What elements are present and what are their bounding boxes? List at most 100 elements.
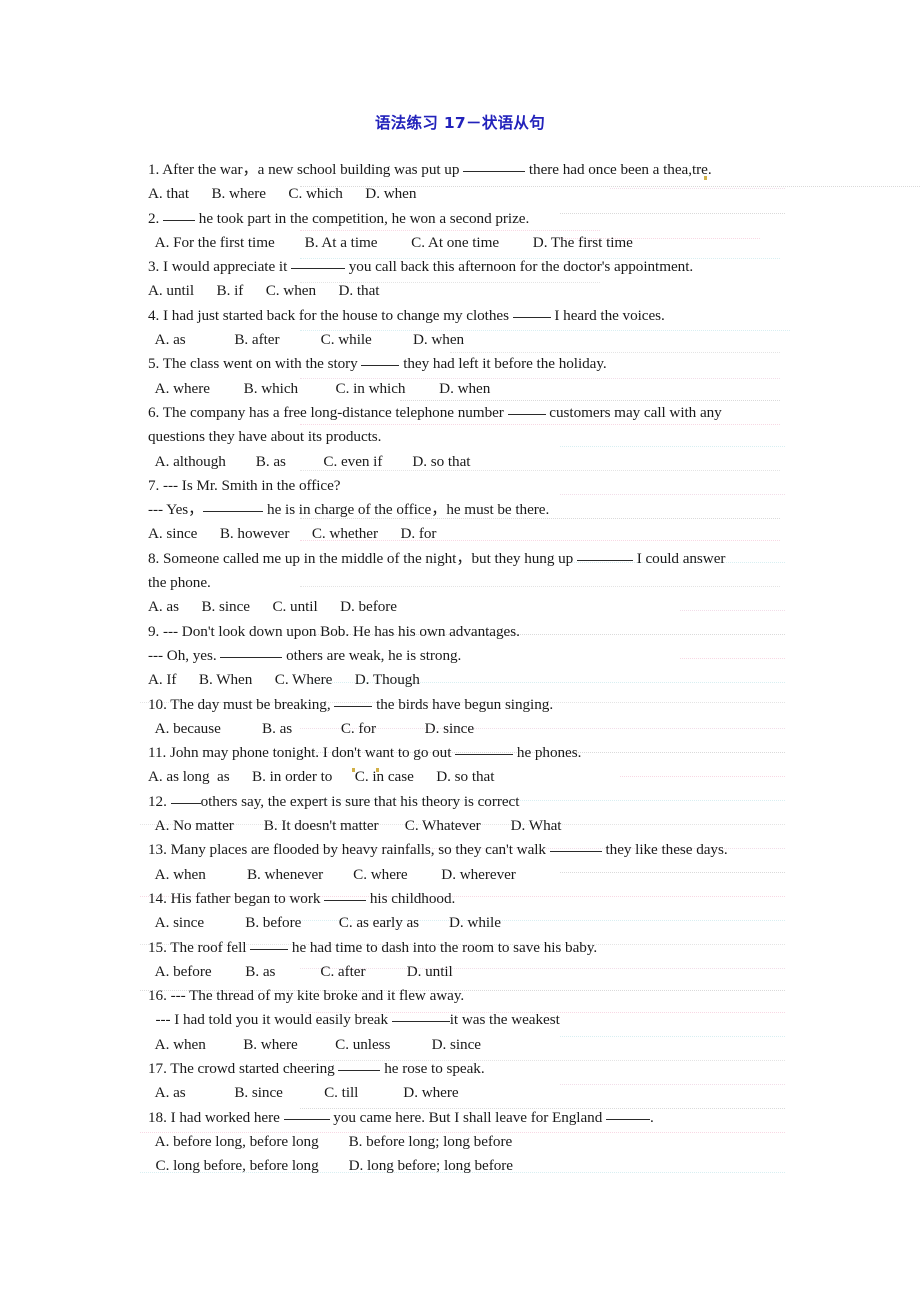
question-stem-text: 18. I had worked here bbox=[148, 1108, 284, 1126]
question-stem-continuation: questions they have about its products. bbox=[148, 425, 848, 449]
answer-blank[interactable] bbox=[220, 645, 283, 658]
question-stem-text-tail: I could answer bbox=[632, 549, 726, 567]
question-stem: 18. I had worked here you came here. But… bbox=[148, 1106, 848, 1130]
question-stem: 10. The day must be breaking, the birds … bbox=[148, 693, 848, 717]
option-row[interactable]: A. because B. as C. for D. since bbox=[148, 717, 848, 741]
option-row[interactable]: A. although B. as C. even if D. so that bbox=[148, 450, 848, 474]
question-stem-text-tail: his childhood. bbox=[366, 889, 456, 907]
answer-blank-second[interactable] bbox=[606, 1107, 651, 1120]
answer-blank[interactable] bbox=[290, 256, 345, 270]
answer-blank[interactable] bbox=[512, 305, 551, 318]
question-stem: 16. --- The thread of my kite broke and … bbox=[148, 984, 848, 1008]
question-stem-continuation-text: the phone. bbox=[148, 574, 211, 592]
dialogue-reply-line: --- I had told you it would easily break… bbox=[148, 1008, 848, 1032]
option-row[interactable]: A. as long as B. in order to C. in case … bbox=[148, 765, 848, 789]
option-row[interactable]: A. since B. however C. whether D. for bbox=[148, 522, 848, 546]
option-row-text: A. until B. if C. when D. that bbox=[148, 282, 380, 300]
option-row-text: A. as B. since C. till D. where bbox=[148, 1084, 459, 1102]
question-stem-text-tail: others say, the expert is sure that his … bbox=[200, 792, 520, 810]
answer-blank[interactable] bbox=[324, 888, 367, 901]
option-row[interactable]: A. For the first time B. At a time C. At… bbox=[148, 231, 848, 255]
option-row[interactable]: A. as B. since C. until D. before bbox=[148, 595, 848, 619]
scan-artifact-speck bbox=[376, 768, 379, 772]
option-row-text: A. that B. where C. which D. when bbox=[148, 185, 417, 203]
question-stem-text: 14. His father began to work bbox=[148, 889, 325, 907]
question-stem: 12. others say, the expert is sure that … bbox=[148, 790, 848, 814]
option-row[interactable]: A. If B. When C. Where D. Though bbox=[148, 668, 848, 692]
answer-blank[interactable] bbox=[549, 839, 602, 853]
question-stem-text: 5. The class went on with the story bbox=[148, 355, 362, 373]
scan-artifact-speck bbox=[704, 176, 707, 180]
question-stem-text: 2. bbox=[148, 209, 164, 227]
question-stem-text-tail: he phones. bbox=[513, 744, 582, 762]
question-stem: 6. The company has a free long-distance … bbox=[148, 401, 848, 425]
option-row-text: A. as long as B. in order to C. in case … bbox=[148, 768, 495, 786]
question-stem: 15. The roof fell he had time to dash in… bbox=[148, 936, 848, 960]
question-stem-text-tail: customers may call with any bbox=[545, 403, 722, 421]
dialogue-reply-text: --- Yes， bbox=[148, 501, 204, 519]
answer-blank[interactable] bbox=[455, 742, 514, 756]
answer-blank[interactable] bbox=[203, 499, 264, 513]
answer-blank[interactable] bbox=[163, 208, 196, 221]
question-stem-text: 12. bbox=[148, 792, 171, 810]
option-row-text: A. where B. which C. in which D. when bbox=[148, 379, 491, 397]
question-stem: 4. I had just started back for the house… bbox=[148, 304, 848, 328]
question-stem-text: 13. Many places are flooded by heavy rai… bbox=[148, 841, 550, 859]
dialogue-reply-line: --- Oh, yes. others are weak, he is stro… bbox=[148, 644, 848, 668]
option-row[interactable]: A. that B. where C. which D. when bbox=[148, 182, 848, 206]
option-row[interactable]: A. since B. before C. as early as D. whi… bbox=[148, 911, 848, 935]
answer-blank[interactable] bbox=[391, 1009, 450, 1023]
option-row[interactable]: A. as B. after C. while D. when bbox=[148, 328, 848, 352]
option-row[interactable]: A. as B. since C. till D. where bbox=[148, 1081, 848, 1105]
answer-blank[interactable] bbox=[170, 791, 201, 804]
option-row[interactable]: A. before long, before long B. before lo… bbox=[148, 1130, 848, 1154]
option-row-text: A. since B. however C. whether D. for bbox=[148, 525, 437, 543]
answer-blank[interactable] bbox=[463, 159, 526, 172]
question-stem-text: 11. John may phone tonight. I don't want… bbox=[148, 744, 456, 762]
answer-blank[interactable] bbox=[283, 1107, 330, 1120]
option-row-text: A. although B. as C. even if D. so that bbox=[148, 452, 471, 470]
answer-blank[interactable] bbox=[361, 353, 400, 367]
question-stem-text: 9. --- Don't look down upon Bob. He has … bbox=[148, 622, 520, 640]
question-stem: 11. John may phone tonight. I don't want… bbox=[148, 741, 848, 765]
option-row[interactable]: A. until B. if C. when D. that bbox=[148, 279, 848, 303]
question-stem: 3. I would appreciate it you call back t… bbox=[148, 255, 848, 279]
answer-blank[interactable] bbox=[334, 694, 373, 707]
option-row-text: A. If B. When C. Where D. Though bbox=[148, 671, 420, 689]
answer-blank[interactable] bbox=[250, 937, 289, 950]
answer-blank[interactable] bbox=[507, 402, 546, 415]
question-stem-text: 10. The day must be breaking, bbox=[148, 695, 335, 713]
option-row[interactable]: A. where B. which C. in which D. when bbox=[148, 377, 848, 401]
question-stem-continuation-text: questions they have about its products. bbox=[148, 428, 382, 446]
answer-blank[interactable] bbox=[576, 548, 633, 561]
question-stem-text-tail: he took part in the competition, he won … bbox=[195, 209, 530, 227]
question-stem-text: 16. --- The thread of my kite broke and … bbox=[148, 987, 465, 1005]
question-stem: 17. The crowd started cheering he rose t… bbox=[148, 1057, 848, 1081]
option-row[interactable]: A. when B. whenever C. where D. wherever bbox=[148, 863, 848, 887]
question-stem-text-tail: there had once been a thea,tre. bbox=[525, 161, 712, 178]
option-row[interactable]: A. No matter B. It doesn't matter C. Wha… bbox=[148, 814, 848, 838]
question-stem: 14. His father began to work his childho… bbox=[148, 887, 848, 911]
option-row-text: A. before B. as C. after D. until bbox=[148, 962, 453, 980]
question-stem-text-tail: they like these days. bbox=[601, 841, 728, 859]
question-stem: 2. he took part in the competition, he w… bbox=[148, 207, 848, 231]
option-row-text: A. For the first time B. At a time C. At… bbox=[148, 233, 633, 251]
question-stem-tail: . bbox=[650, 1108, 654, 1126]
question-stem-text-tail: I heard the voices. bbox=[550, 306, 665, 324]
answer-blank[interactable] bbox=[338, 1058, 381, 1071]
option-row-text: A. No matter B. It doesn't matter C. Wha… bbox=[148, 817, 562, 835]
option-row[interactable]: C. long before, before long D. long befo… bbox=[148, 1154, 848, 1178]
question-stem-text-tail: he rose to speak. bbox=[380, 1059, 485, 1077]
option-row[interactable]: A. before B. as C. after D. until bbox=[148, 960, 848, 984]
question-stem-continuation: the phone. bbox=[148, 571, 848, 595]
option-row-text: A. when B. whenever C. where D. wherever bbox=[148, 865, 516, 883]
option-row-text: A. when B. where C. unless D. since bbox=[148, 1035, 481, 1053]
question-stem: 7. --- Is Mr. Smith in the office? bbox=[148, 474, 848, 498]
question-stem: 5. The class went on with the story they… bbox=[148, 352, 848, 376]
question-stem-text-tail: they had left it before the holiday. bbox=[399, 355, 607, 373]
question-stem: 9. --- Don't look down upon Bob. He has … bbox=[148, 620, 848, 644]
question-stem: 8. Someone called me up in the middle of… bbox=[148, 547, 848, 571]
option-row[interactable]: A. when B. where C. unless D. since bbox=[148, 1033, 848, 1057]
option-row-text: A. as B. since C. until D. before bbox=[148, 598, 398, 616]
question-stem-text: 7. --- Is Mr. Smith in the office? bbox=[148, 476, 341, 494]
